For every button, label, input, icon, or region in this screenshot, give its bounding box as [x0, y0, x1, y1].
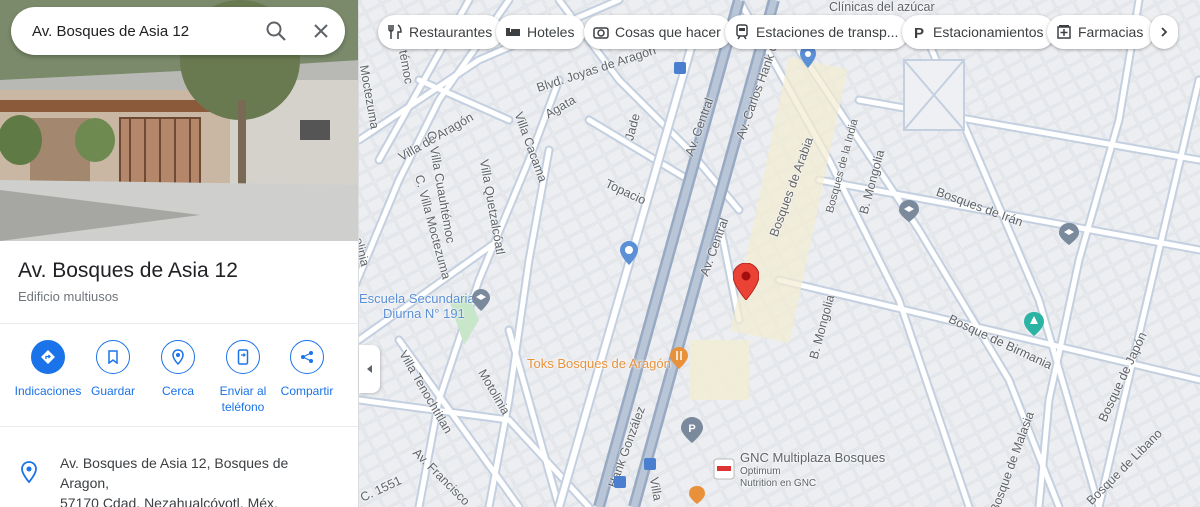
map-label-optimum[interactable]: Optimum — [740, 466, 781, 477]
bed-icon — [505, 24, 521, 40]
shop-marker-icon[interactable] — [689, 486, 705, 504]
nearby-button[interactable]: Cerca — [142, 340, 214, 399]
map-label-clinicas: Clínicas del azúcar — [829, 0, 935, 14]
map-label-gnc[interactable]: GNC Multiplaza Bosques — [740, 450, 885, 465]
place-title: Av. Bosques de Asia 12 — [18, 259, 238, 282]
chip-label: Estacionamientos — [933, 24, 1044, 40]
place-category[interactable]: Edificio multiusos — [18, 289, 118, 304]
address-line2: 57170 Cdad. Nezahualcóyotl, Méx. — [60, 495, 278, 507]
map-label-optimum-2[interactable]: Nutrition en GNC — [740, 478, 816, 489]
bus-stop-3-icon[interactable] — [614, 476, 626, 488]
map-label-escuela-2[interactable]: Diurna N° 191 — [383, 306, 465, 321]
address-pin-icon — [21, 461, 37, 483]
send-to-phone-button[interactable]: Enviar al teléfono — [207, 340, 279, 415]
svg-text:P: P — [914, 25, 924, 40]
place-panel: Av. Bosques de Asia 12 Edificio multiuso… — [0, 0, 359, 507]
chip-label: Farmacias — [1078, 24, 1144, 40]
send-label-line2: teléfono — [221, 400, 265, 414]
chip-restaurantes[interactable]: Restaurantes — [378, 15, 504, 49]
gnc-logo-icon[interactable] — [713, 458, 735, 480]
maps-app: Clínicas del azúcar Blvd. Joyas de Aragó… — [0, 0, 1200, 507]
search-input[interactable] — [32, 21, 262, 41]
send-to-phone-label: Enviar al teléfono — [207, 383, 279, 415]
chip-farmacias[interactable]: Farmacias — [1047, 15, 1155, 49]
chip-estacionamientos[interactable]: P Estacionamientos — [902, 15, 1055, 49]
directions-icon — [31, 340, 65, 374]
map-canvas[interactable]: Clínicas del azúcar Blvd. Joyas de Aragó… — [359, 0, 1200, 507]
camera-icon — [593, 24, 609, 40]
location-pin-icon[interactable] — [733, 263, 759, 300]
chips-next-button[interactable] — [1150, 15, 1178, 49]
map-roads — [359, 0, 1200, 507]
bookmark-icon — [96, 340, 130, 374]
phone-icon — [226, 340, 260, 374]
chip-cosas-que-hacer[interactable]: Cosas que hacer — [584, 15, 732, 49]
school-marker-3-icon[interactable] — [1059, 223, 1079, 245]
search-icon[interactable] — [264, 19, 288, 43]
close-icon[interactable] — [309, 19, 333, 43]
bus-stop-icon[interactable] — [674, 62, 686, 74]
fork-knife-icon — [387, 24, 403, 40]
poi-blue-marker-icon[interactable] — [620, 241, 638, 265]
share-label: Compartir — [280, 384, 334, 398]
parking-icon: P — [911, 24, 927, 40]
poi-small-marker-icon[interactable] — [800, 46, 816, 68]
directions-button[interactable]: Indicaciones — [12, 340, 84, 399]
map-label-toks[interactable]: Toks Bosques de Aragón — [527, 356, 671, 371]
search-bar[interactable] — [11, 7, 345, 55]
directions-label: Indicaciones — [14, 384, 82, 398]
chip-label: Cosas que hacer — [615, 24, 721, 40]
map-label-escuela[interactable]: Escuela Secundaria — [359, 291, 475, 306]
parking-marker-icon[interactable]: P — [681, 417, 703, 443]
nearby-label: Cerca — [161, 384, 194, 398]
send-label-line1: Enviar al — [219, 384, 267, 398]
pharmacy-icon — [1056, 24, 1072, 40]
chip-estaciones[interactable]: Estaciones de transp... — [725, 15, 910, 49]
divider — [0, 323, 358, 324]
save-button[interactable]: Guardar — [77, 340, 149, 399]
collapse-panel-button[interactable] — [359, 345, 380, 393]
transit-icon — [734, 24, 750, 40]
chip-label: Restaurantes — [409, 24, 493, 40]
caret-left-icon — [366, 365, 372, 373]
chip-label: Hoteles — [527, 24, 575, 40]
address-line1: Av. Bosques de Asia 12, Bosques de Arago… — [60, 455, 289, 491]
school-marker-2-icon[interactable] — [899, 200, 919, 222]
svg-text:P: P — [688, 423, 695, 435]
park-marker-icon[interactable] — [1024, 312, 1044, 336]
place-address[interactable]: Av. Bosques de Asia 12, Bosques de Arago… — [60, 453, 340, 507]
chip-hoteles[interactable]: Hoteles — [496, 15, 586, 49]
bus-stop-2-icon[interactable] — [644, 458, 656, 470]
nearby-icon — [161, 340, 195, 374]
school-marker-icon[interactable] — [472, 289, 490, 311]
share-button[interactable]: Compartir — [271, 340, 343, 399]
chip-label: Estaciones de transp... — [756, 24, 899, 40]
chevron-right-icon — [1161, 27, 1168, 37]
restaurant-marker-icon[interactable] — [670, 347, 688, 369]
divider — [0, 426, 358, 427]
share-icon — [290, 340, 324, 374]
save-label: Guardar — [90, 384, 136, 398]
